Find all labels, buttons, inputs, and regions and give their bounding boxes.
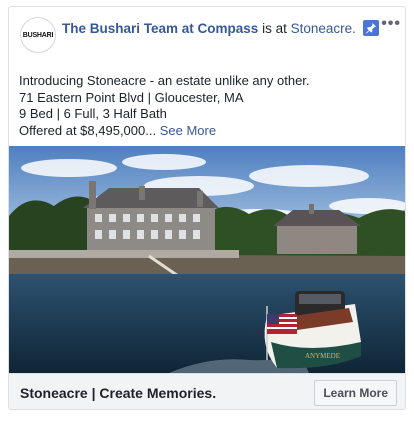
more-options-icon[interactable]: ••• (381, 15, 401, 33)
us-flag (267, 314, 297, 334)
page-name-link[interactable]: The Bushari Team at Compass (62, 21, 258, 36)
estate-photo: ANYMEDE (9, 146, 405, 373)
avatar-logo-text: BUSHARI (22, 31, 54, 39)
see-more-link[interactable]: See More (160, 123, 216, 138)
location-link[interactable]: Stoneacre. (291, 21, 356, 36)
connector-text: is at (262, 21, 287, 36)
ad-headline[interactable]: Stoneacre | Create Memories. (20, 385, 216, 401)
post-header: BUSHARI The Bushari Team at Compass is a… (9, 7, 405, 65)
message-line: Offered at $8,495,000... (19, 122, 157, 138)
ad-photo[interactable]: ANYMEDE (9, 146, 405, 373)
sponsored-post-card: BUSHARI The Bushari Team at Compass is a… (8, 6, 406, 410)
seawall (9, 250, 239, 258)
message-line: 9 Bed | 6 Full, 3 Half Bath (19, 106, 167, 121)
pin-icon[interactable] (363, 20, 379, 36)
post-title-line: The Bushari Team at Compass is at Stonea… (62, 21, 356, 36)
post-message: Introducing Stoneacre - an estate unlike… (19, 73, 310, 139)
message-line: Introducing Stoneacre - an estate unlike… (19, 73, 310, 88)
page-avatar[interactable]: BUSHARI (20, 17, 56, 53)
boat-name-text: ANYMEDE (305, 352, 340, 360)
message-line-last: Offered at $8,495,000... See More (19, 123, 310, 140)
learn-more-button[interactable]: Learn More (314, 380, 397, 406)
ad-footer[interactable]: Stoneacre | Create Memories. Learn More (9, 373, 405, 409)
message-line: 71 Eastern Point Blvd | Gloucester, MA (19, 89, 244, 105)
